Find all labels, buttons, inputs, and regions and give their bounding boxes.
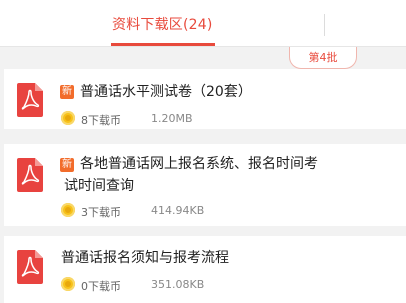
new-badge: 新 [60,158,74,172]
item-size: 351.08KB [151,278,205,291]
item-size: 1.20MB [151,112,193,125]
list-item[interactable]: 普通话报名须知与报考流程 0下载币 351.08KB [4,236,406,303]
list-item[interactable]: 新 普通话水平测试卷（20套） 8下载币 1.20MB [4,69,406,129]
coin-icon [61,203,75,217]
item-title[interactable]: 普通话水平测试卷（20套） [80,82,252,102]
item-price: 3下载币 [81,206,121,219]
new-badge: 新 [60,85,74,99]
item-price: 0下载币 [81,280,121,293]
tab-divider [324,14,325,36]
tab-bar: 资料下载区(24) [0,0,406,47]
list-item[interactable]: 新 各地普通话网上报名系统、报名时间考 试时间查询 3下载币 414.94KB [4,144,406,226]
pdf-file-icon [17,158,43,192]
item-size: 414.94KB [151,204,205,217]
coin-icon [61,277,75,291]
coin-icon [61,111,75,125]
pdf-file-icon [17,250,43,284]
pdf-file-icon [17,83,43,117]
item-title-line-2[interactable]: 试时间查询 [64,176,134,196]
item-title-line-1[interactable]: 各地普通话网上报名系统、报名时间考 [80,154,318,174]
batch-badge[interactable]: 第4批 [289,47,357,69]
item-title[interactable]: 普通话报名须知与报考流程 [61,248,229,268]
item-price: 8下载币 [81,114,121,127]
tab-active-indicator [111,43,215,46]
tab-downloads[interactable]: 资料下载区(24) [112,14,213,34]
download-page: 资料下载区(24) 第4批 新 普通话水平测试卷（20套） 8下载币 1.20M… [0,0,406,303]
